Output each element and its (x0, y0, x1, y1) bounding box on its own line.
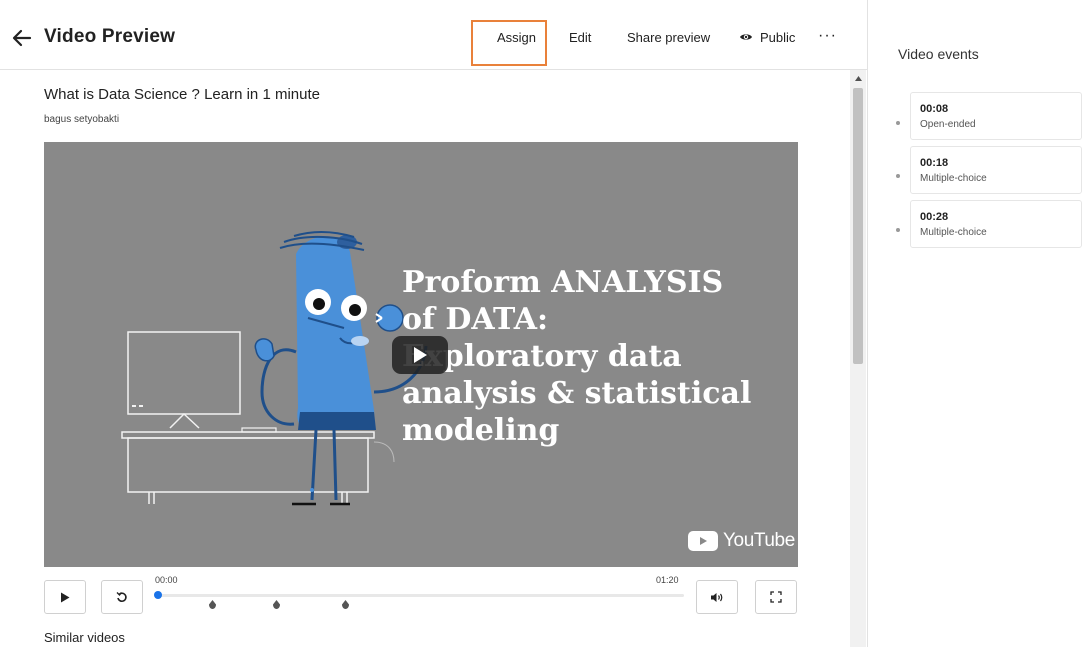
eye-icon (739, 30, 753, 45)
scrollbar-thumb[interactable] (853, 88, 863, 364)
share-preview-button[interactable]: Share preview (627, 30, 710, 45)
event-bullet-icon (896, 228, 900, 232)
timeline-knob[interactable] (154, 591, 162, 599)
event-type: Multiple-choice (920, 173, 987, 184)
play-button[interactable] (44, 580, 86, 614)
more-options-button[interactable]: ··· (818, 27, 837, 45)
similar-videos-heading: Similar videos (44, 630, 125, 645)
play-icon (61, 592, 70, 602)
volume-icon (711, 592, 723, 602)
replay-button[interactable] (101, 580, 143, 614)
event-time: 00:08 (920, 103, 949, 115)
event-time: 00:28 (920, 211, 949, 223)
public-button[interactable]: Public (739, 30, 795, 45)
event-bullet-icon (896, 174, 900, 178)
replay-icon (116, 592, 127, 602)
volume-button[interactable] (696, 580, 738, 614)
public-label: Public (760, 30, 796, 45)
video-play-overlay-button[interactable] (392, 336, 448, 374)
timeline-track[interactable] (156, 594, 684, 597)
video-event-card[interactable]: 00:08 Open-ended (910, 92, 1082, 140)
time-current: 00:00 (155, 575, 178, 585)
assign-button[interactable]: Assign (497, 30, 536, 45)
event-marker-icon[interactable] (209, 600, 216, 609)
event-bullet-icon (896, 121, 900, 125)
video-author: bagus setyobakti (44, 114, 120, 125)
fullscreen-icon (770, 591, 782, 603)
scroll-up-arrow-icon[interactable] (850, 72, 866, 84)
video-events-sidebar: Video events 00:08 Open-ended 00:18 Mult… (867, 0, 1087, 647)
slide-line: Exploratory data (402, 339, 682, 374)
event-marker-icon[interactable] (273, 600, 280, 609)
youtube-logo[interactable]: YouTube (688, 530, 795, 552)
page-title: Video Preview (44, 26, 176, 47)
play-icon (414, 347, 427, 363)
event-type: Multiple-choice (920, 227, 987, 238)
video-title: What is Data Science ? Learn in 1 minute (44, 86, 320, 103)
event-time: 00:18 (920, 157, 949, 169)
edit-button[interactable]: Edit (569, 30, 591, 45)
video-event-card[interactable]: 00:18 Multiple-choice (910, 146, 1082, 194)
youtube-play-icon (688, 531, 718, 551)
slide-line: Proform ANALYSIS (402, 265, 724, 300)
slide-line: modeling (402, 413, 560, 448)
time-total: 01:20 (656, 575, 679, 585)
back-arrow-icon[interactable] (10, 26, 34, 50)
youtube-label: YouTube (723, 530, 795, 551)
event-type: Open-ended (920, 119, 976, 130)
content-scrollbar[interactable] (850, 70, 866, 647)
slide-line: analysis & statistical (402, 376, 752, 411)
fullscreen-button[interactable] (755, 580, 797, 614)
top-bar: Video Preview Assign Edit Share preview … (0, 0, 868, 70)
slide-line: of DATA: (402, 302, 549, 337)
slide-text: Proform ANALYSIS of DATA: Exploratory da… (402, 264, 792, 449)
event-marker-icon[interactable] (342, 600, 349, 609)
video-player[interactable]: Proform ANALYSIS of DATA: Exploratory da… (44, 142, 798, 567)
video-event-card[interactable]: 00:28 Multiple-choice (910, 200, 1082, 248)
video-events-title: Video events (898, 46, 979, 62)
